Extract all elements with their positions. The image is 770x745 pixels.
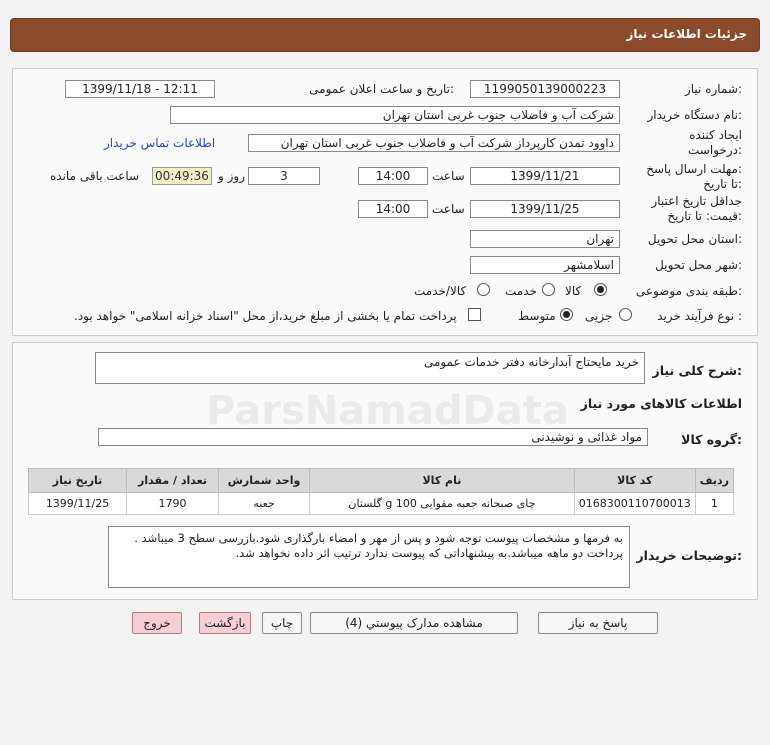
province-field[interactable]: تهران xyxy=(470,230,620,248)
city-field[interactable]: اسلامشهر xyxy=(470,256,620,274)
category-goods-label: کالا xyxy=(565,284,582,298)
page-title: جزئیات اطلاعات نیاز xyxy=(626,27,747,41)
col-qty-header: تعداد / مقدار xyxy=(126,468,220,493)
exit-button[interactable]: خروج xyxy=(132,612,182,634)
col-code-header: کد کالا xyxy=(573,468,696,493)
col-date-header: تاریخ نیاز xyxy=(27,468,128,493)
announce-datetime-field[interactable]: 1399/11/18 - 12:11 xyxy=(65,80,215,98)
goods-info-heading: اطلاعات کالاهای مورد نیاز xyxy=(580,396,742,411)
page-header: جزئیات اطلاعات نیاز xyxy=(10,18,760,52)
province-label: استان محل تحویل: xyxy=(647,232,742,246)
table-row[interactable]: 1 0168300110700013 چای صبحانه جعبه مقوای… xyxy=(27,492,735,515)
validity-label-1: جداقل تاریخ اعتبار xyxy=(651,194,742,208)
view-attachments-button[interactable]: مشاهده مدارک پیوستي (4) xyxy=(310,612,518,634)
cell-unit: جعبه xyxy=(218,492,311,515)
buyer-contact-link[interactable]: اطلاعات تماس خریدار xyxy=(104,136,215,150)
cell-date: 1399/11/25 xyxy=(27,492,128,515)
col-unit-header: واحد شمارش xyxy=(218,468,311,493)
category-service-radio[interactable] xyxy=(542,283,555,296)
description-field[interactable]: خرید مایحتاج آبدارخانه دفتر خدمات عمومی xyxy=(95,352,645,384)
process-label: نوع فرآیند خرید : xyxy=(657,309,742,323)
buyer-notes-line-2: پرداخت دو ماهه میباشد.به پیشنهاداتی که پ… xyxy=(235,546,624,560)
print-button[interactable]: چاپ xyxy=(262,612,302,634)
deadline-time-field[interactable]: 14:00 xyxy=(358,167,428,185)
category-goods-service-radio[interactable] xyxy=(477,283,490,296)
buyer-notes-label: توضیحات خریدار: xyxy=(636,548,742,563)
category-goods-radio[interactable] xyxy=(594,283,607,296)
description-label: شرح کلی نیاز: xyxy=(652,363,743,378)
remaining-time-field: 00:49:36 xyxy=(152,167,212,185)
reply-button[interactable]: پاسخ به نیاز xyxy=(538,612,658,634)
validity-label-2: قیمت: تا تاریخ: xyxy=(667,209,742,223)
col-name-header: نام کالا xyxy=(309,468,575,493)
validity-hour-label: ساعت xyxy=(432,202,465,216)
buyer-org-label: نام دستگاه خریدار: xyxy=(647,108,743,122)
creator-label-1: ایجاد کننده xyxy=(689,128,742,142)
cell-name: چای صبحانه جعبه مقوایی 100 g گلستان xyxy=(309,492,575,515)
category-goods-service-label: کالا/خدمت xyxy=(414,284,467,298)
deadline-hour-label: ساعت xyxy=(432,169,465,183)
watermark-logo: ParsNamadData xyxy=(206,388,569,434)
cell-code: 0168300110700013 xyxy=(573,492,696,515)
process-minor-radio[interactable] xyxy=(619,308,632,321)
items-table: ردیف کد کالا نام کالا واحد شمارش تعداد /… xyxy=(27,468,735,515)
goods-group-label: گروه کالا: xyxy=(681,432,742,447)
remaining-label: ساعت باقی مانده xyxy=(50,169,140,183)
announce-datetime-label: تاریخ و ساعت اعلان عمومی: xyxy=(309,82,454,96)
need-number-field[interactable]: 1199050139000223 xyxy=(470,80,620,98)
creator-label-2: درخواست: xyxy=(688,143,742,157)
buyer-org-field[interactable]: شرکت آب و فاضلاب جنوب غربی استان تهران xyxy=(170,106,620,124)
process-medium-label: متوسط xyxy=(518,309,556,323)
deadline-label-2: تا تاریخ: xyxy=(703,177,742,191)
deadline-label-1: مهلت ارسال پاسخ: xyxy=(646,162,742,176)
days-field[interactable]: 3 xyxy=(248,167,320,185)
buyer-notes-line-1: به فرمها و مشخصات پیوست توجه شود و پس از… xyxy=(134,531,623,545)
back-button[interactable]: بازگشت xyxy=(199,612,251,634)
cell-qty: 1790 xyxy=(126,492,220,515)
deadline-date-field[interactable]: 1399/11/21 xyxy=(470,167,620,185)
days-and-label: روز و xyxy=(218,169,245,183)
process-medium-radio[interactable] xyxy=(560,308,573,321)
items-table-header: ردیف کد کالا نام کالا واحد شمارش تعداد /… xyxy=(27,468,735,493)
need-number-label: شماره نیاز: xyxy=(684,82,742,96)
cell-row: 1 xyxy=(694,492,735,515)
category-service-label: خدمت xyxy=(505,284,537,298)
category-label: طبقه بندی موضوعی: xyxy=(635,284,742,298)
process-minor-label: جزیی xyxy=(585,309,613,323)
treasury-payment-note: پرداخت تمام یا بخشی از مبلغ خرید،از محل … xyxy=(74,309,457,323)
validity-time-field[interactable]: 14:00 xyxy=(358,200,428,218)
creator-field[interactable]: داوود تمدن کارپرداز شرکت آب و فاضلاب جنو… xyxy=(248,134,620,152)
city-label: شهر محل تحویل: xyxy=(655,258,742,272)
buyer-notes-field[interactable]: به فرمها و مشخصات پیوست توجه شود و پس از… xyxy=(108,526,630,588)
treasury-payment-checkbox[interactable] xyxy=(468,308,481,321)
col-row-header: ردیف xyxy=(694,468,735,493)
validity-date-field[interactable]: 1399/11/25 xyxy=(470,200,620,218)
